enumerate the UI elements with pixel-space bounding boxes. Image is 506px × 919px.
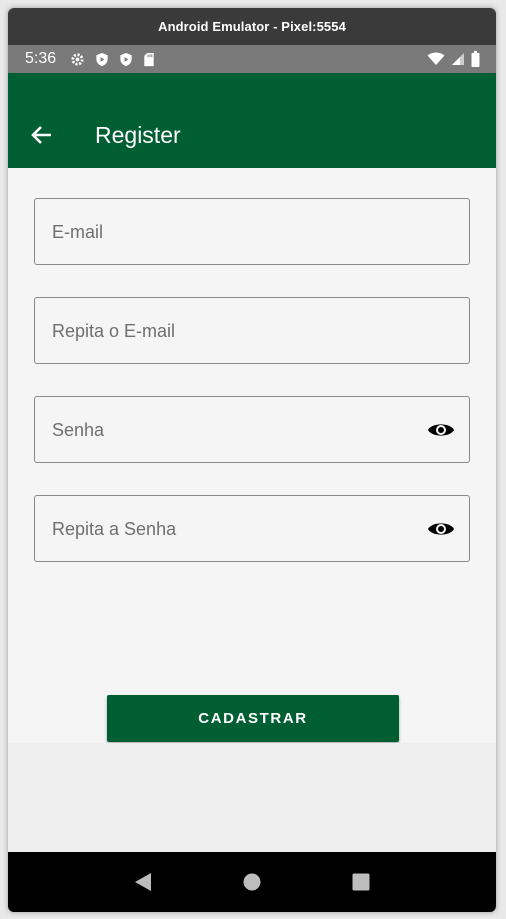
arrow-left-icon (31, 126, 51, 144)
status-bar: 5:36 (8, 45, 496, 73)
empty-area (8, 743, 496, 852)
register-button[interactable]: CADASTRAR (107, 695, 399, 742)
page-title: Register (95, 122, 181, 148)
email-repeat-field-container (34, 297, 470, 365)
password-field-container (34, 396, 470, 464)
system-nav-bar (8, 852, 496, 912)
recents-square-icon (352, 873, 370, 891)
nav-recents-button[interactable] (341, 862, 381, 902)
nav-home-button[interactable] (232, 862, 272, 902)
password-repeat-field-container (34, 495, 470, 563)
emulator-window: Android Emulator - Pixel:5554 5:36 Regis… (8, 8, 496, 912)
email-field-container (34, 198, 470, 266)
play-protect-icon (120, 52, 132, 66)
status-time: 5:36 (25, 50, 57, 67)
register-form: CADASTRAR (8, 168, 496, 743)
gear-icon (71, 52, 84, 66)
nav-back-button[interactable] (123, 862, 163, 902)
eye-icon[interactable] (427, 419, 455, 441)
signal-icon (452, 53, 464, 65)
status-system-icons (427, 51, 480, 67)
back-triangle-icon (134, 873, 151, 891)
password-repeat-field[interactable] (50, 496, 414, 563)
window-title: Android Emulator - Pixel:5554 (158, 19, 346, 34)
wifi-icon (427, 52, 445, 65)
app-bar: Register (8, 73, 496, 168)
play-protect-icon (96, 52, 108, 66)
password-field[interactable] (50, 397, 414, 464)
back-button[interactable] (28, 121, 56, 149)
email-repeat-field[interactable] (50, 298, 414, 365)
window-titlebar: Android Emulator - Pixel:5554 (8, 8, 496, 45)
eye-icon[interactable] (427, 518, 455, 540)
email-field[interactable] (50, 199, 414, 266)
battery-icon (471, 51, 480, 67)
status-notification-icons (70, 52, 155, 67)
home-circle-icon (243, 873, 261, 891)
sd-card-icon (144, 52, 154, 66)
